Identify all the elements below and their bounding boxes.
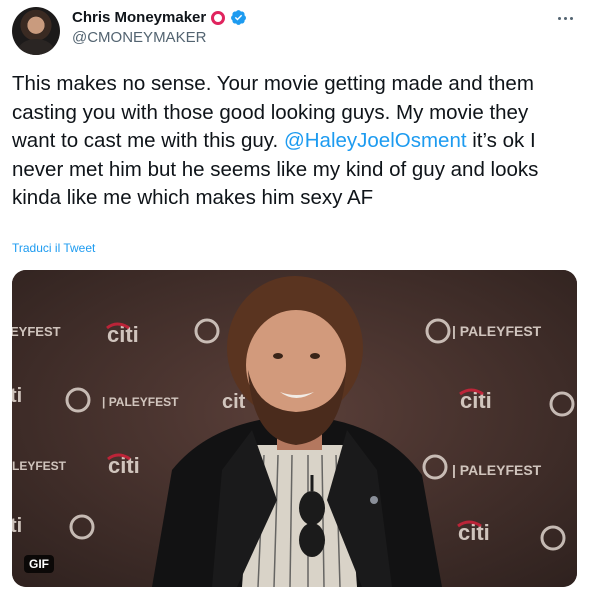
tweet: Chris Moneymaker @CMONEYMAKER This makes… (0, 0, 590, 592)
author-display-name[interactable]: Chris Moneymaker (72, 9, 206, 26)
svg-text:EYFEST: EYFEST (12, 324, 61, 339)
more-icon[interactable] (554, 9, 576, 27)
translate-link[interactable]: Traduci il Tweet (12, 241, 95, 255)
gif-frame: EYFEST citi | PALEYFEST ti | PALEYFEST c… (12, 270, 577, 587)
author-handle[interactable]: @CMONEYMAKER (72, 29, 206, 46)
svg-text:| PALEYFEST: | PALEYFEST (102, 395, 179, 409)
author-row: Chris Moneymaker (72, 9, 247, 26)
red-ring-icon (211, 10, 226, 25)
svg-text:LEYFEST: LEYFEST (12, 459, 67, 473)
gif-badge: GIF (24, 555, 54, 573)
svg-text:cit: cit (222, 391, 246, 413)
svg-text:ti: ti (12, 385, 22, 407)
svg-text:ti: ti (12, 515, 22, 537)
verified-icon (231, 10, 247, 25)
tweet-media[interactable]: EYFEST citi | PALEYFEST ti | PALEYFEST c… (12, 270, 577, 587)
svg-text:| PALEYFEST: | PALEYFEST (452, 323, 542, 339)
mention-link[interactable]: @HaleyJoelOsment (284, 129, 467, 152)
avatar[interactable] (12, 7, 60, 55)
tweet-text: This makes no sense. Your movie getting … (12, 70, 572, 213)
svg-text:| PALEYFEST: | PALEYFEST (452, 462, 542, 478)
